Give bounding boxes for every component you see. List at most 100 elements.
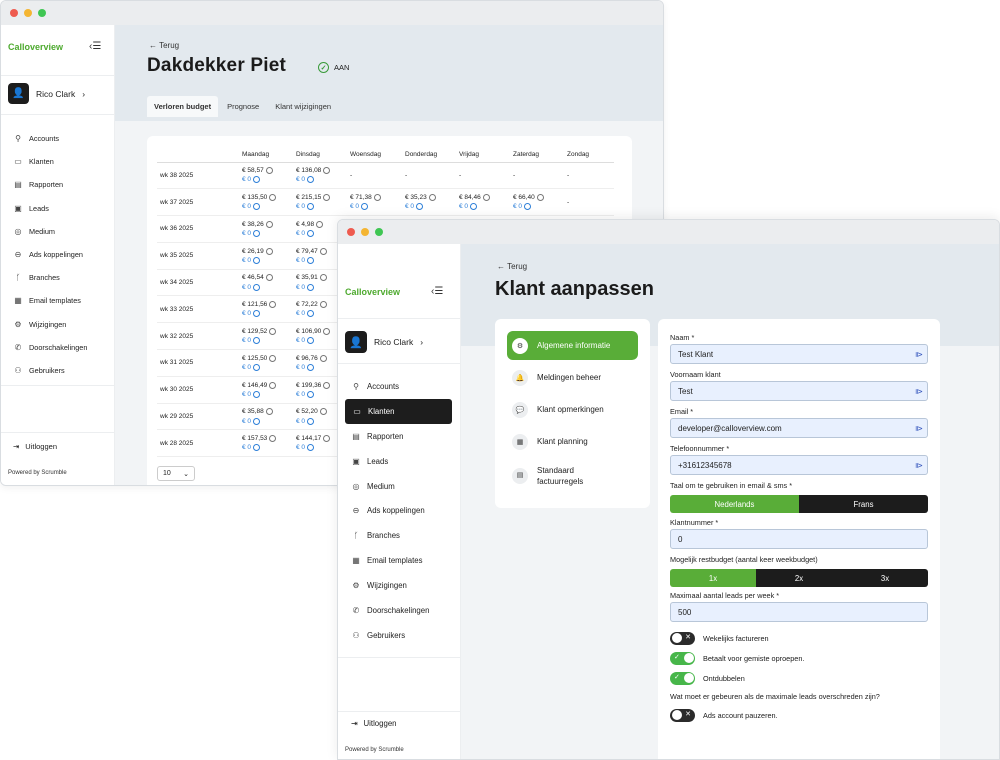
sidebar-item-doorschakelingen[interactable]: ✆ Doorschakelingen bbox=[1, 336, 114, 359]
info-icon[interactable] bbox=[319, 247, 327, 255]
minimize-window-button[interactable] bbox=[24, 9, 32, 17]
sidebar-item-medium[interactable]: ◎ Medium bbox=[338, 474, 460, 499]
info-icon[interactable] bbox=[307, 203, 315, 211]
info-icon[interactable] bbox=[253, 363, 261, 371]
pauzeren-toggle[interactable]: ✕ bbox=[670, 708, 695, 722]
menu-item-meldingen-beheer[interactable]: 🔔 Meldingen beheer bbox=[507, 363, 638, 392]
sidebar-item-ads-koppelingen[interactable]: ⊖ Ads koppelingen bbox=[338, 498, 460, 523]
sidebar-item-email-templates[interactable]: ▦ Email templates bbox=[338, 548, 460, 573]
telefoon-field[interactable]: +31612345678 ⧐ bbox=[670, 455, 928, 475]
info-icon[interactable] bbox=[269, 435, 277, 443]
restbudget-option-3x[interactable]: 3x bbox=[842, 569, 928, 587]
info-icon[interactable] bbox=[323, 167, 331, 175]
info-icon[interactable] bbox=[307, 283, 315, 291]
back-link[interactable]: ← Terug bbox=[149, 41, 179, 50]
user-menu[interactable]: 👤 Rico Clark › bbox=[345, 331, 423, 353]
voornaam-field[interactable]: Test ⧐ bbox=[670, 381, 928, 401]
maxleads-field[interactable]: 500 bbox=[670, 602, 928, 622]
restbudget-option-1x[interactable]: 1x bbox=[670, 569, 756, 587]
info-icon[interactable] bbox=[269, 354, 277, 362]
sidebar-item-gebruikers[interactable]: ⚇ Gebruikers bbox=[1, 359, 114, 382]
menu-item-klant-opmerkingen[interactable]: 💬 Klant opmerkingen bbox=[507, 395, 638, 424]
info-icon[interactable] bbox=[253, 256, 261, 264]
info-icon[interactable] bbox=[265, 167, 273, 175]
info-icon[interactable] bbox=[253, 417, 261, 425]
info-icon[interactable] bbox=[307, 229, 315, 237]
sidebar-item-leads[interactable]: ▣ Leads bbox=[338, 449, 460, 474]
info-icon[interactable] bbox=[319, 408, 327, 416]
close-window-button[interactable] bbox=[10, 9, 18, 17]
info-icon[interactable] bbox=[482, 193, 490, 201]
info-icon[interactable] bbox=[416, 203, 424, 211]
brand-logo[interactable]: Calloverview bbox=[345, 287, 400, 297]
info-icon[interactable] bbox=[265, 408, 273, 416]
logout-button[interactable]: ⇥ Uitloggen bbox=[13, 442, 57, 451]
info-icon[interactable] bbox=[319, 301, 327, 309]
info-icon[interactable] bbox=[470, 203, 478, 211]
info-icon[interactable] bbox=[253, 176, 261, 184]
info-icon[interactable] bbox=[524, 203, 532, 211]
sidebar-item-rapporten[interactable]: ▤ Rapporten bbox=[338, 424, 460, 449]
info-icon[interactable] bbox=[361, 203, 369, 211]
info-icon[interactable] bbox=[307, 176, 315, 184]
sidebar-item-klanten[interactable]: ▭ Klanten bbox=[345, 398, 452, 424]
wekelijks-factureren-toggle[interactable]: ✕ bbox=[670, 631, 695, 645]
maximize-window-button[interactable] bbox=[375, 228, 383, 236]
info-icon[interactable] bbox=[265, 247, 273, 255]
sidebar-item-doorschakelingen[interactable]: ✆ Doorschakelingen bbox=[338, 598, 460, 623]
info-icon[interactable] bbox=[323, 435, 331, 443]
info-icon[interactable] bbox=[307, 390, 315, 398]
sidebar-item-email-templates[interactable]: ▦ Email templates bbox=[1, 289, 114, 312]
info-icon[interactable] bbox=[265, 220, 273, 228]
info-icon[interactable] bbox=[269, 381, 277, 389]
info-icon[interactable] bbox=[307, 337, 315, 345]
info-icon[interactable] bbox=[307, 256, 315, 264]
info-icon[interactable] bbox=[373, 193, 381, 201]
taal-option-nederlands[interactable]: Nederlands bbox=[670, 495, 799, 513]
sidebar-item-branches[interactable]: ᚴ Branches bbox=[338, 523, 460, 548]
ontdubbelen-toggle[interactable]: ✓ bbox=[670, 671, 695, 685]
menu-item-algemene-informatie[interactable]: ⚙ Algemene informatie bbox=[507, 331, 638, 360]
sidebar-item-accounts[interactable]: ⚲ Accounts bbox=[1, 127, 114, 150]
sidebar-item-ads-koppelingen[interactable]: ⊖ Ads koppelingen bbox=[1, 243, 114, 266]
sidebar-item-wijzigingen[interactable]: ⚙ Wijzigingen bbox=[338, 573, 460, 598]
info-icon[interactable] bbox=[319, 354, 327, 362]
page-size-select[interactable]: 10 ⌄ bbox=[157, 466, 195, 481]
sidebar-item-klanten[interactable]: ▭ Klanten bbox=[1, 150, 114, 173]
info-icon[interactable] bbox=[323, 327, 331, 335]
menu-item-klant-planning[interactable]: ▦ Klant planning bbox=[507, 427, 638, 456]
naam-field[interactable]: Test Klant ⧐ bbox=[670, 344, 928, 364]
info-icon[interactable] bbox=[307, 310, 315, 318]
restbudget-option-2x[interactable]: 2x bbox=[756, 569, 842, 587]
tab-klant-wijzigingen[interactable]: Klant wijzigingen bbox=[268, 96, 338, 117]
sidebar-item-rapporten[interactable]: ▤ Rapporten bbox=[1, 173, 114, 196]
brand-logo[interactable]: Calloverview bbox=[8, 42, 63, 52]
tab-verloren-budget[interactable]: Verloren budget bbox=[147, 96, 219, 117]
info-icon[interactable] bbox=[253, 310, 261, 318]
info-icon[interactable] bbox=[253, 337, 261, 345]
info-icon[interactable] bbox=[253, 203, 261, 211]
info-icon[interactable] bbox=[269, 193, 277, 201]
info-icon[interactable] bbox=[323, 193, 331, 201]
info-icon[interactable] bbox=[253, 444, 261, 452]
info-icon[interactable] bbox=[316, 220, 324, 228]
collapse-sidebar-icon[interactable]: ‹☰ bbox=[431, 286, 443, 297]
info-icon[interactable] bbox=[323, 381, 331, 389]
user-menu[interactable]: 👤 Rico Clark › bbox=[8, 83, 85, 104]
info-icon[interactable] bbox=[265, 274, 273, 282]
info-icon[interactable] bbox=[428, 193, 436, 201]
info-icon[interactable] bbox=[253, 283, 261, 291]
collapse-sidebar-icon[interactable]: ‹☰ bbox=[89, 41, 101, 52]
logout-button[interactable]: ⇥ Uitloggen bbox=[351, 719, 397, 728]
taal-option-frans[interactable]: Frans bbox=[799, 495, 928, 513]
sidebar-item-medium[interactable]: ◎ Medium bbox=[1, 220, 114, 243]
info-icon[interactable] bbox=[307, 417, 315, 425]
sidebar-item-accounts[interactable]: ⚲ Accounts bbox=[338, 374, 460, 399]
info-icon[interactable] bbox=[307, 363, 315, 371]
tab-prognose[interactable]: Prognose bbox=[220, 96, 266, 117]
info-icon[interactable] bbox=[253, 229, 261, 237]
email-field[interactable]: developer@calloverview.com ⧐ bbox=[670, 418, 928, 438]
info-icon[interactable] bbox=[253, 390, 261, 398]
info-icon[interactable] bbox=[307, 444, 315, 452]
gemiste-oproepen-toggle[interactable]: ✓ bbox=[670, 651, 695, 665]
